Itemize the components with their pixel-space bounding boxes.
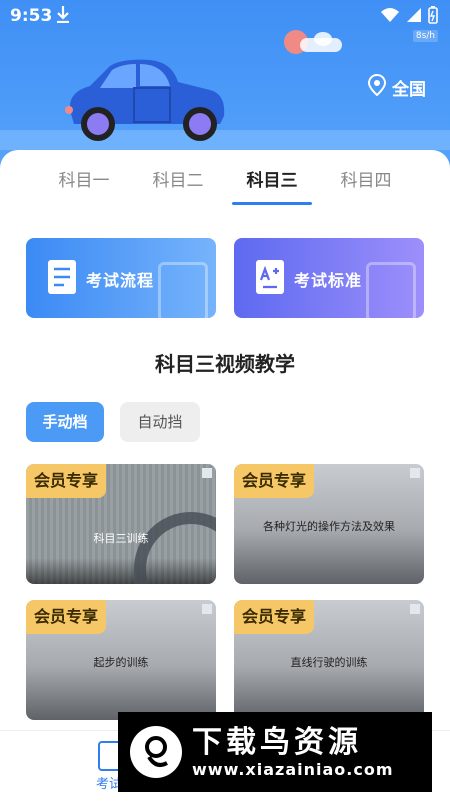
video-title: 起步的训练: [93, 656, 149, 669]
document-watermark-icon: [366, 262, 416, 318]
manual-transmission-filter[interactable]: 手动档: [26, 402, 104, 442]
video-card[interactable]: 会员专享 直线行驶的训练: [234, 600, 424, 720]
location-label: 全国: [392, 80, 426, 100]
subject-tabs: 科目一 科目二 科目三 科目四: [0, 150, 450, 208]
watermark-banner: 下载鸟资源 www.xiazainiao.com: [118, 712, 432, 792]
status-time: 9:53: [10, 6, 53, 26]
watermark-title: 下载鸟资源: [192, 724, 362, 760]
vip-badge: 会员专享: [26, 600, 107, 634]
battery-icon: [428, 6, 438, 28]
video-title: 直线行驶的训练: [290, 656, 368, 669]
tab-subject-3[interactable]: 科目三: [232, 166, 312, 191]
car-illustration: [60, 58, 230, 148]
exam-process-label: 考试流程: [86, 271, 155, 290]
exam-process-card[interactable]: 考试流程: [26, 238, 216, 318]
tab-subject-4[interactable]: 科目四: [326, 166, 406, 191]
vip-badge: 会员专享: [26, 464, 107, 498]
watermark-text: 下载鸟资源 www.xiazainiao.com: [192, 724, 394, 779]
tab-subject-1[interactable]: 科目一: [44, 166, 124, 191]
corner-mark: [410, 468, 420, 478]
checklist-icon: [48, 260, 76, 294]
content-panel: 科目一 科目二 科目三 科目四 考试流程 考试标准 科目三视频教学 手动档 自动…: [0, 150, 450, 800]
video-title: 各种灯光的操作方法及效果: [263, 520, 395, 533]
cloud-puff: [314, 32, 332, 46]
corner-mark: [202, 468, 212, 478]
tab-subject-2[interactable]: 科目二: [138, 166, 218, 191]
video-card[interactable]: 会员专享 科目三训练: [26, 464, 216, 584]
video-title: 科目三训练: [93, 532, 149, 545]
vip-badge: 会员专享: [234, 464, 315, 498]
exam-standard-label: 考试标准: [294, 271, 363, 290]
status-bar: 9:53: [0, 0, 450, 32]
document-standard-icon: [256, 260, 284, 294]
automatic-transmission-filter[interactable]: 自动挡: [120, 402, 200, 442]
header: 9:53 8s/h 全国: [0, 0, 450, 170]
corner-mark: [202, 604, 212, 614]
video-card[interactable]: 会员专享 各种灯光的操作方法及效果: [234, 464, 424, 584]
signal-icon: [406, 7, 422, 27]
section-title: 科目三视频教学: [155, 352, 295, 376]
download-icon: [56, 5, 70, 27]
vip-badge: 会员专享: [234, 600, 315, 634]
wifi-icon: [380, 7, 400, 27]
active-tab-indicator: [232, 202, 312, 205]
steering-wheel-thumbnail: [134, 512, 216, 584]
network-speed: 8s/h: [412, 30, 438, 42]
exam-standard-card[interactable]: 考试标准: [234, 238, 424, 318]
location-selector[interactable]: 全国: [367, 73, 426, 101]
corner-mark: [410, 604, 420, 614]
watermark-url: www.xiazainiao.com: [192, 759, 394, 779]
watermark-logo-icon: [130, 726, 182, 778]
checklist-watermark-icon: [158, 262, 208, 318]
video-card[interactable]: 会员专享 起步的训练: [26, 600, 216, 720]
location-pin-icon: [367, 73, 387, 101]
